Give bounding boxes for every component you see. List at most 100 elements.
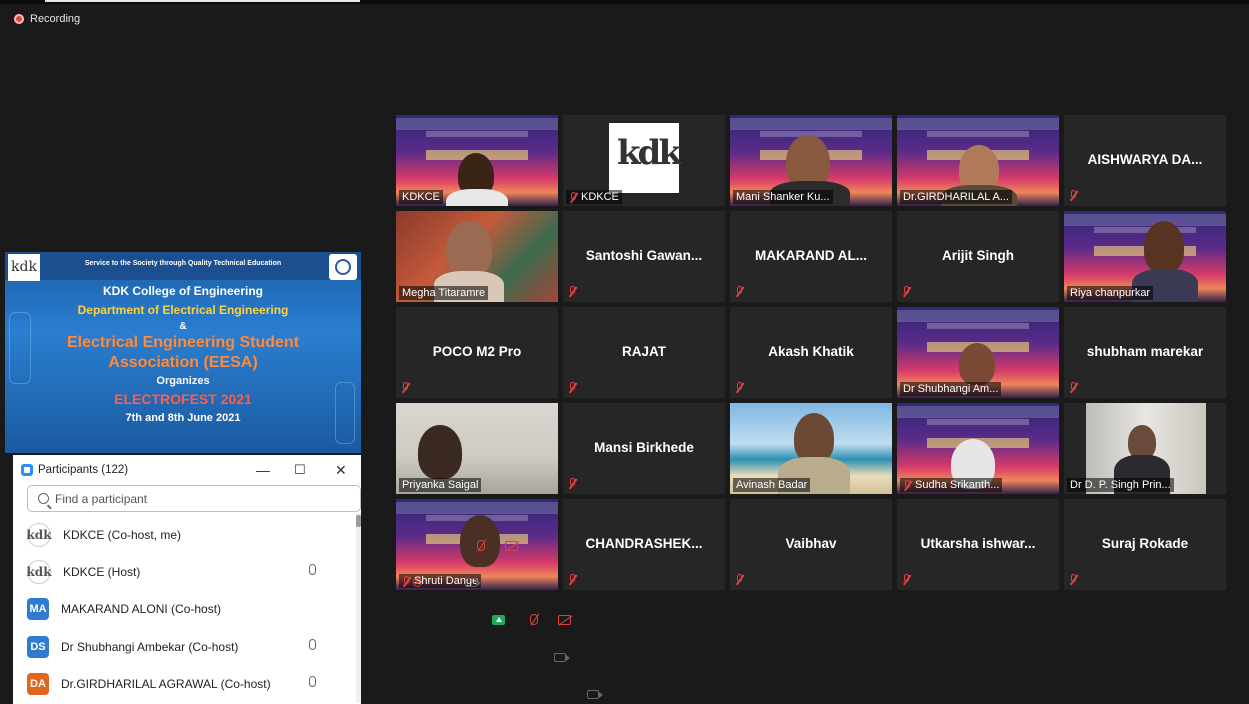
participant-figure: [446, 221, 492, 277]
tile-name-label: KDKCE: [566, 190, 622, 204]
video-tile-active-speaker[interactable]: Megha Titaramre: [396, 211, 558, 302]
video-tile[interactable]: Suraj Rokade: [1064, 499, 1226, 590]
video-tile[interactable]: Vaibhav: [730, 499, 892, 590]
video-tile[interactable]: POCO M2 Pro: [396, 307, 558, 398]
mic-muted-icon: [903, 479, 912, 491]
avatar: kdk: [26, 522, 52, 547]
video-tile[interactable]: AISHWARYA DA...: [1064, 115, 1226, 206]
mic-muted-icon: [401, 382, 410, 393]
video-tile[interactable]: Santoshi Gawan...: [563, 211, 725, 302]
participant-name: RAJAT: [621, 344, 666, 359]
participant-name: Utkarsha ishwar...: [920, 536, 1036, 551]
recording-indicator[interactable]: Recording: [14, 13, 80, 25]
participant-name: Arijit Singh: [942, 248, 1014, 263]
video-tile[interactable]: Utkarsha ishwar...: [897, 499, 1059, 590]
participants-panel: Participants (122) — ☐ ✕ Find a particip…: [13, 455, 603, 704]
tile-name-label: Priyanka Saigal: [399, 478, 482, 492]
mic-icon[interactable]: [309, 564, 316, 575]
participant-row-name: Dr Shubhangi Ambekar (Co-host): [61, 639, 239, 654]
video-tile[interactable]: Arijit Singh: [897, 211, 1059, 302]
kdk-logo-image: kdk: [609, 123, 682, 193]
video-tile[interactable]: RAJAT: [563, 307, 725, 398]
video-tile[interactable]: Dr.GIRDHARILAL A...: [897, 115, 1059, 206]
video-tile[interactable]: Avinash Badar: [730, 403, 892, 494]
kdk-logo: kdk: [8, 254, 40, 281]
slide-department: Department of Electrical Engineering: [77, 303, 289, 317]
participant-row-name: Dr.GIRDHARILAL AGRAWAL (Co-host): [61, 676, 271, 691]
slide-college: KDK College of Engineering: [102, 284, 263, 298]
mic-muted-icon: [735, 286, 744, 297]
camera-icon[interactable]: [554, 653, 571, 662]
camera-icon[interactable]: [465, 578, 482, 587]
participant-row[interactable]: DS Dr Shubhangi Ambekar (Co-host): [13, 628, 571, 665]
mic-muted-icon: [1069, 574, 1078, 585]
participant-figure: [418, 425, 462, 479]
video-tile[interactable]: Akash Khatik: [730, 307, 892, 398]
mic-muted-icon: [568, 286, 577, 297]
slide-dates: 7th and 8th June 2021: [125, 412, 241, 424]
camera-off-icon[interactable]: [505, 540, 519, 551]
mic-muted-icon: [568, 382, 577, 393]
participants-scrollbar[interactable]: [356, 513, 361, 703]
recording-icon: [14, 14, 24, 24]
slide-event-name: ELECTROFEST 2021: [114, 391, 252, 407]
mic-icon[interactable]: [309, 639, 316, 650]
participants-header: Participants (122): [13, 455, 361, 485]
participant-row-name: KDKCE (Co-host, me): [63, 527, 182, 542]
video-tile[interactable]: shubham marekar: [1064, 307, 1226, 398]
participants-title: Participants (122): [38, 464, 129, 476]
video-tile[interactable]: Sudha Srikanth...: [897, 403, 1059, 494]
mic-icon[interactable]: [309, 676, 316, 687]
top-bar-segment: [45, 0, 360, 2]
recording-label: Recording: [30, 13, 81, 25]
avatar: kdk: [26, 559, 52, 584]
video-tile[interactable]: kdk KDKCE: [563, 115, 725, 206]
mic-muted-icon[interactable]: [477, 540, 486, 551]
tile-name-label: Sudha Srikanth...: [900, 478, 1003, 492]
camera-icon[interactable]: [586, 690, 603, 699]
participant-name: CHANDRASHEK...: [585, 536, 703, 551]
video-tile[interactable]: Mani Shanker Ku...: [730, 115, 892, 206]
tile-name-label: Mani Shanker Ku...: [733, 190, 833, 204]
participant-row[interactable]: kdk KDKCE (Co-host, me): [13, 516, 519, 553]
video-tile[interactable]: Riya chanpurkar: [1064, 211, 1226, 302]
participant-row[interactable]: kdk KDKCE (Host): [13, 553, 482, 590]
video-tile[interactable]: Dr D. P. Singh Prin...: [1064, 403, 1226, 494]
avatar: DA: [27, 672, 49, 695]
slide-ampersand: &: [179, 321, 187, 332]
maximize-button[interactable]: ☐: [294, 462, 306, 478]
participant-name: AISHWARYA DA...: [1087, 152, 1203, 167]
minimize-button[interactable]: —: [256, 462, 270, 478]
mic-muted-icon[interactable]: [530, 614, 539, 625]
shared-screen-slide: kdk Service to the Society through Quali…: [5, 252, 361, 453]
mic-muted-icon: [902, 574, 911, 585]
participant-search[interactable]: Find a participant: [27, 485, 361, 512]
avatar: MA: [27, 597, 49, 620]
video-tile[interactable]: Mansi Birkhede: [563, 403, 725, 494]
close-button[interactable]: ✕: [335, 462, 347, 479]
tile-name-label: KDKCE: [399, 190, 443, 204]
video-tile[interactable]: Priyanka Saigal: [396, 403, 558, 494]
participant-row-name: MAKARAND ALONI (Co-host): [61, 601, 222, 616]
tile-name-label: Dr.GIRDHARILAL A...: [900, 190, 1012, 204]
camera-off-icon[interactable]: [558, 614, 572, 625]
screen-share-icon: [492, 614, 506, 625]
participant-figure: [1128, 425, 1156, 459]
search-icon: [38, 493, 49, 504]
participant-figure: [1144, 221, 1184, 273]
video-tile[interactable]: CHANDRASHEK...: [563, 499, 725, 590]
video-gallery: KDKCE kdk KDKCE Mani Shanker Ku... Dr.GI…: [396, 115, 1226, 590]
participant-name: Vaibhav: [785, 536, 837, 551]
participant-row[interactable]: DA Dr.GIRDHARILAL AGRAWAL (Co-host): [13, 665, 603, 702]
mic-muted-icon: [569, 191, 578, 203]
video-tile[interactable]: KDKCE: [396, 115, 558, 206]
mic-muted-icon: [902, 286, 911, 297]
slide-association-line2: Association (EESA): [108, 354, 258, 371]
participant-figure: [446, 189, 508, 206]
tile-name-label: Dr Shubhangi Am...: [900, 382, 1002, 396]
video-tile[interactable]: Dr Shubhangi Am...: [897, 307, 1059, 398]
video-tile[interactable]: MAKARAND AL...: [730, 211, 892, 302]
mic-muted-icon: [1069, 190, 1078, 201]
slide-tagline: Service to the Society through Quality T…: [84, 260, 282, 267]
participant-row[interactable]: MA MAKARAND ALONI (Co-host): [13, 590, 572, 627]
